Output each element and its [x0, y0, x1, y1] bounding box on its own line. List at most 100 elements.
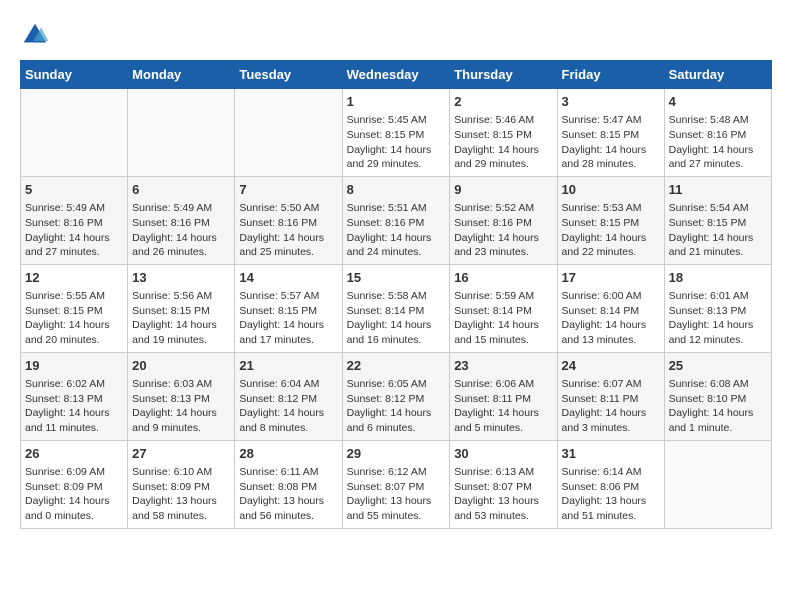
day-info: Sunrise: 5:48 AM	[669, 113, 767, 128]
day-number: 12	[25, 269, 123, 287]
day-number: 24	[562, 357, 660, 375]
calendar-cell: 20Sunrise: 6:03 AMSunset: 8:13 PMDayligh…	[128, 352, 235, 440]
page-header	[20, 20, 772, 50]
calendar-cell: 6Sunrise: 5:49 AMSunset: 8:16 PMDaylight…	[128, 176, 235, 264]
calendar-cell: 17Sunrise: 6:00 AMSunset: 8:14 PMDayligh…	[557, 264, 664, 352]
day-number: 27	[132, 445, 230, 463]
day-info: Sunset: 8:13 PM	[25, 392, 123, 407]
day-info: Daylight: 14 hours and 27 minutes.	[25, 231, 123, 260]
day-info: Sunrise: 6:02 AM	[25, 377, 123, 392]
calendar-cell: 11Sunrise: 5:54 AMSunset: 8:15 PMDayligh…	[664, 176, 771, 264]
day-info: Daylight: 14 hours and 8 minutes.	[239, 406, 337, 435]
weekday-header-sunday: Sunday	[21, 61, 128, 89]
day-info: Daylight: 14 hours and 3 minutes.	[562, 406, 660, 435]
day-info: Sunset: 8:15 PM	[562, 128, 660, 143]
day-info: Sunset: 8:15 PM	[132, 304, 230, 319]
calendar-cell: 24Sunrise: 6:07 AMSunset: 8:11 PMDayligh…	[557, 352, 664, 440]
day-info: Daylight: 14 hours and 20 minutes.	[25, 318, 123, 347]
day-info: Sunset: 8:09 PM	[132, 480, 230, 495]
day-info: Daylight: 14 hours and 25 minutes.	[239, 231, 337, 260]
day-info: Sunset: 8:12 PM	[239, 392, 337, 407]
calendar-cell: 31Sunrise: 6:14 AMSunset: 8:06 PMDayligh…	[557, 440, 664, 528]
day-number: 13	[132, 269, 230, 287]
day-info: Sunset: 8:15 PM	[347, 128, 446, 143]
calendar-cell: 14Sunrise: 5:57 AMSunset: 8:15 PMDayligh…	[235, 264, 342, 352]
day-info: Daylight: 14 hours and 21 minutes.	[669, 231, 767, 260]
day-info: Sunrise: 6:14 AM	[562, 465, 660, 480]
day-info: Daylight: 13 hours and 51 minutes.	[562, 494, 660, 523]
day-info: Sunrise: 6:03 AM	[132, 377, 230, 392]
day-number: 4	[669, 93, 767, 111]
calendar-cell: 7Sunrise: 5:50 AMSunset: 8:16 PMDaylight…	[235, 176, 342, 264]
day-info: Daylight: 14 hours and 5 minutes.	[454, 406, 552, 435]
day-info: Sunset: 8:16 PM	[454, 216, 552, 231]
day-number: 28	[239, 445, 337, 463]
calendar-cell: 10Sunrise: 5:53 AMSunset: 8:15 PMDayligh…	[557, 176, 664, 264]
day-number: 30	[454, 445, 552, 463]
calendar-cell: 30Sunrise: 6:13 AMSunset: 8:07 PMDayligh…	[450, 440, 557, 528]
day-info: Sunrise: 5:49 AM	[132, 201, 230, 216]
day-info: Sunset: 8:15 PM	[25, 304, 123, 319]
weekday-header-saturday: Saturday	[664, 61, 771, 89]
day-number: 29	[347, 445, 446, 463]
day-info: Daylight: 14 hours and 1 minute.	[669, 406, 767, 435]
calendar-cell: 21 Sunrise: 6:04 AMSunset: 8:12 PMDayligh…	[235, 352, 342, 440]
day-info: Sunset: 8:15 PM	[669, 216, 767, 231]
weekday-header-thursday: Thursday	[450, 61, 557, 89]
day-number: 21	[239, 357, 337, 375]
day-info: Sunrise: 5:52 AM	[454, 201, 552, 216]
day-number: 2	[454, 93, 552, 111]
day-number: 15	[347, 269, 446, 287]
day-info: Daylight: 13 hours and 56 minutes.	[239, 494, 337, 523]
day-info: Daylight: 14 hours and 11 minutes.	[25, 406, 123, 435]
day-info: Sunset: 8:14 PM	[347, 304, 446, 319]
day-info: Sunset: 8:16 PM	[239, 216, 337, 231]
day-number: 25	[669, 357, 767, 375]
day-info: Sunrise: 5:59 AM	[454, 289, 552, 304]
day-info: Sunrise: 5:50 AM	[239, 201, 337, 216]
day-number: 18	[669, 269, 767, 287]
day-info: Daylight: 14 hours and 12 minutes.	[669, 318, 767, 347]
day-info: Sunrise: 6:12 AM	[347, 465, 446, 480]
day-info: Sunrise: 5:51 AM	[347, 201, 446, 216]
day-info: Sunset: 8:15 PM	[454, 128, 552, 143]
day-info: Sunrise: 5:55 AM	[25, 289, 123, 304]
day-info: Sunrise: 6:08 AM	[669, 377, 767, 392]
day-info: Sunrise: 5:57 AM	[239, 289, 337, 304]
day-number: 6	[132, 181, 230, 199]
calendar-cell: 18Sunrise: 6:01 AMSunset: 8:13 PMDayligh…	[664, 264, 771, 352]
calendar-cell: 2Sunrise: 5:46 AMSunset: 8:15 PMDaylight…	[450, 89, 557, 177]
day-info: Daylight: 13 hours and 58 minutes.	[132, 494, 230, 523]
day-info: Daylight: 14 hours and 19 minutes.	[132, 318, 230, 347]
day-number: 1	[347, 93, 446, 111]
day-info: Sunrise: 6:04 AM	[239, 377, 337, 392]
weekday-header-row: SundayMondayTuesdayWednesdayThursdayFrid…	[21, 61, 772, 89]
day-info: Daylight: 14 hours and 0 minutes.	[25, 494, 123, 523]
calendar-cell: 16Sunrise: 5:59 AMSunset: 8:14 PMDayligh…	[450, 264, 557, 352]
day-number: 11	[669, 181, 767, 199]
day-info: Daylight: 14 hours and 16 minutes.	[347, 318, 446, 347]
day-info: Sunrise: 6:11 AM	[239, 465, 337, 480]
day-number: 31	[562, 445, 660, 463]
day-info: Sunrise: 5:53 AM	[562, 201, 660, 216]
day-info: Daylight: 14 hours and 22 minutes.	[562, 231, 660, 260]
day-number: 9	[454, 181, 552, 199]
calendar-cell: 29Sunrise: 6:12 AMSunset: 8:07 PMDayligh…	[342, 440, 450, 528]
day-number: 20	[132, 357, 230, 375]
calendar-week-row: 12Sunrise: 5:55 AMSunset: 8:15 PMDayligh…	[21, 264, 772, 352]
day-info: Daylight: 14 hours and 29 minutes.	[454, 143, 552, 172]
day-number: 26	[25, 445, 123, 463]
day-info: Sunset: 8:15 PM	[239, 304, 337, 319]
calendar-cell: 23Sunrise: 6:06 AMSunset: 8:11 PMDayligh…	[450, 352, 557, 440]
day-number: 23	[454, 357, 552, 375]
day-info: Sunset: 8:07 PM	[347, 480, 446, 495]
calendar-cell: 25Sunrise: 6:08 AMSunset: 8:10 PMDayligh…	[664, 352, 771, 440]
day-number: 19	[25, 357, 123, 375]
day-info: Sunset: 8:08 PM	[239, 480, 337, 495]
day-info: Sunset: 8:13 PM	[669, 304, 767, 319]
calendar-cell: 26Sunrise: 6:09 AMSunset: 8:09 PMDayligh…	[21, 440, 128, 528]
day-info: Sunrise: 6:10 AM	[132, 465, 230, 480]
day-info: Daylight: 14 hours and 6 minutes.	[347, 406, 446, 435]
day-info: Sunset: 8:15 PM	[562, 216, 660, 231]
calendar-week-row: 1Sunrise: 5:45 AMSunset: 8:15 PMDaylight…	[21, 89, 772, 177]
